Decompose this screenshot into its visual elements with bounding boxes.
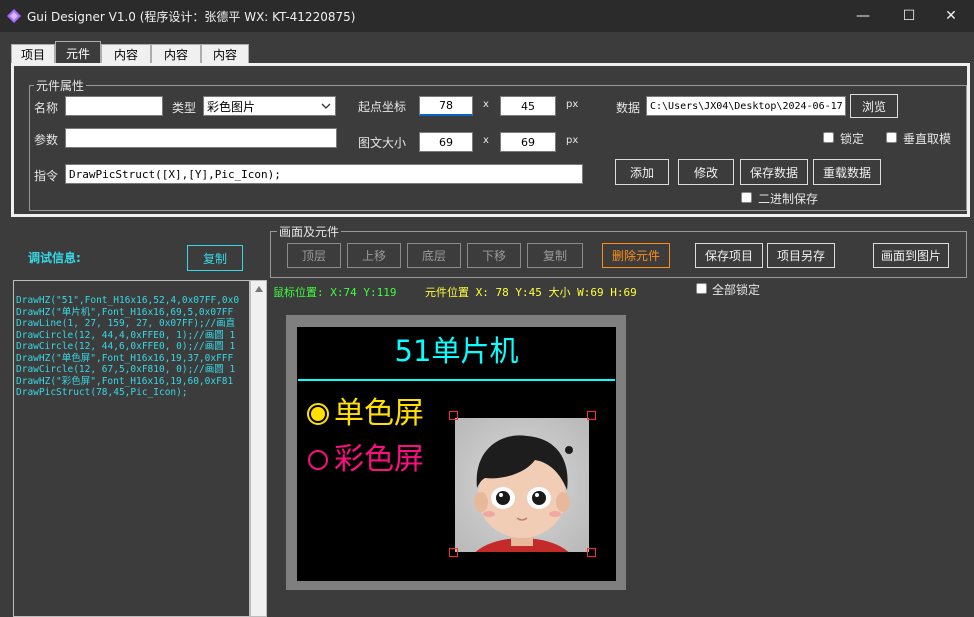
- binary-save-checkbox[interactable]: [741, 192, 752, 203]
- save-project-as-button[interactable]: 项目另存: [767, 243, 835, 268]
- debug-output-textarea[interactable]: DrawHZ("51",Font_H16x16,52,4,0x07FF,0x0 D…: [13, 280, 250, 617]
- vertical-scan-label: 垂直取模: [903, 132, 952, 146]
- origin-y-input[interactable]: 45: [500, 96, 556, 116]
- debug-line: DrawCircle(12, 67,5,0xF810, 0);//画圆 1: [16, 364, 236, 375]
- reload-data-button[interactable]: 重载数据: [813, 159, 881, 185]
- data-path-input[interactable]: C:\Users\JX04\Desktop\2024-06-17.: [646, 96, 846, 116]
- command-label: 指令: [34, 169, 59, 183]
- origin-times-label: x: [483, 99, 489, 110]
- tab-content-3[interactable]: 内容: [201, 44, 249, 64]
- origin-x-input[interactable]: 78: [419, 96, 473, 116]
- move-up-button[interactable]: 上移: [347, 243, 401, 268]
- save-data-button[interactable]: 保存数据: [740, 159, 808, 185]
- add-button[interactable]: 添加: [615, 159, 669, 185]
- origin-label: 起点坐标: [358, 100, 407, 114]
- debug-line: DrawHZ("51",Font_H16x16,52,4,0x07FF,0x0: [16, 295, 240, 306]
- radio-selected-icon[interactable]: [305, 401, 333, 429]
- name-label: 名称: [34, 101, 59, 115]
- tab-project[interactable]: 项目: [11, 44, 55, 64]
- param-input[interactable]: [65, 128, 337, 148]
- window-title: Gui Designer V1.0 (程序设计：张德平 WX: KT-41220…: [27, 10, 356, 24]
- selection-handle-top-left[interactable]: [449, 411, 458, 420]
- debug-line: DrawHZ("彩色屏",Font_H16x16,19,60,0xF81: [16, 375, 234, 387]
- type-select-value: 彩色图片: [207, 99, 256, 114]
- browse-button[interactable]: 浏览: [850, 94, 898, 118]
- app-logo-icon: [7, 9, 21, 23]
- mono-screen-label[interactable]: 单色屏: [334, 395, 424, 433]
- tab-element[interactable]: 元件: [55, 41, 101, 65]
- name-input[interactable]: [65, 96, 163, 116]
- debug-line: DrawLine(1, 27, 159, 27, 0x07FF);//画直: [16, 318, 236, 329]
- element-properties-title: 元件属性: [34, 77, 87, 94]
- canvas-divider-line[interactable]: [298, 379, 615, 381]
- minimize-button[interactable]: —: [840, 0, 886, 32]
- debug-line: DrawCircle(12, 44,6,0xFFE0, 0);//画圆 1: [16, 341, 236, 352]
- mouse-position-readout: 鼠标位置: X:74 Y:119: [273, 286, 397, 299]
- copy-element-button[interactable]: 复制: [527, 243, 583, 268]
- debug-scrollbar[interactable]: [250, 280, 267, 617]
- save-project-button[interactable]: 保存项目: [695, 243, 763, 268]
- param-label: 参数: [34, 133, 59, 147]
- modify-button[interactable]: 修改: [678, 159, 734, 185]
- binary-save-label: 二进制保存: [758, 192, 819, 206]
- selection-handle-bottom-left[interactable]: [449, 548, 458, 557]
- size-h-input[interactable]: 69: [500, 132, 556, 152]
- maximize-button[interactable]: ☐: [886, 0, 932, 32]
- lock-all-label: 全部锁定: [712, 283, 761, 297]
- debug-output-lines: DrawHZ("51",Font_H16x16,52,4,0x07FF,0x0 D…: [16, 295, 239, 399]
- scroll-up-arrow-icon: [255, 286, 263, 292]
- type-label: 类型: [172, 101, 197, 115]
- debug-info-label: 调试信息:: [28, 251, 81, 265]
- canvas-title-text[interactable]: 51单片机: [297, 333, 616, 369]
- debug-line: DrawCircle(12, 44,4,0xFFE0, 1);//画圆 1: [16, 329, 236, 341]
- chevron-down-icon: [321, 103, 331, 109]
- lock-label: 锁定: [840, 132, 865, 146]
- bottom-layer-button[interactable]: 底层: [407, 243, 461, 268]
- screen-to-image-button[interactable]: 画面到图片: [873, 243, 949, 268]
- move-down-button[interactable]: 下移: [467, 243, 521, 268]
- copy-debug-button[interactable]: 复制: [187, 245, 243, 271]
- radio-unselected-icon[interactable]: [305, 447, 333, 475]
- selection-handle-top-right[interactable]: [587, 411, 596, 420]
- element-position-readout: 元件位置 X: 78 Y:45 大小 W:69 H:69: [425, 286, 637, 299]
- debug-line: DrawPicStruct(78,45,Pic_Icon);: [16, 387, 188, 398]
- size-times-label: x: [483, 135, 489, 146]
- debug-line: DrawHZ("单色屏",Font_H16x16,19,37,0xFFF: [16, 352, 234, 364]
- size-w-input[interactable]: 69: [419, 132, 473, 152]
- close-button[interactable]: ✕: [928, 0, 974, 32]
- vertical-scan-checkbox[interactable]: [886, 132, 897, 143]
- type-select[interactable]: 彩色图片: [203, 96, 336, 116]
- lock-all-checkbox[interactable]: [696, 283, 707, 294]
- data-label: 数据: [616, 101, 641, 115]
- screen-elements-title: 画面及元件: [277, 223, 342, 240]
- command-input[interactable]: DrawPicStruct([X],[Y],Pic_Icon);: [65, 164, 583, 184]
- debug-line: DrawHZ("单片机",Font_H16x16,69,5,0x07FF: [16, 306, 234, 318]
- tab-content-1[interactable]: 内容: [101, 44, 151, 64]
- size-unit-label: px: [566, 135, 579, 146]
- lock-checkbox[interactable]: [823, 132, 834, 143]
- color-screen-label[interactable]: 彩色屏: [334, 441, 424, 479]
- lcd-canvas[interactable]: 51单片机 单色屏 彩色屏: [297, 327, 616, 581]
- delete-element-button[interactable]: 删除元件: [602, 243, 670, 268]
- top-layer-button[interactable]: 顶层: [287, 243, 341, 268]
- size-label: 图文大小: [358, 136, 407, 150]
- avatar-picture-icon[interactable]: [455, 418, 589, 552]
- origin-unit-label: px: [566, 99, 579, 110]
- selection-handle-bottom-right[interactable]: [587, 548, 596, 557]
- tab-content-2[interactable]: 内容: [151, 44, 201, 64]
